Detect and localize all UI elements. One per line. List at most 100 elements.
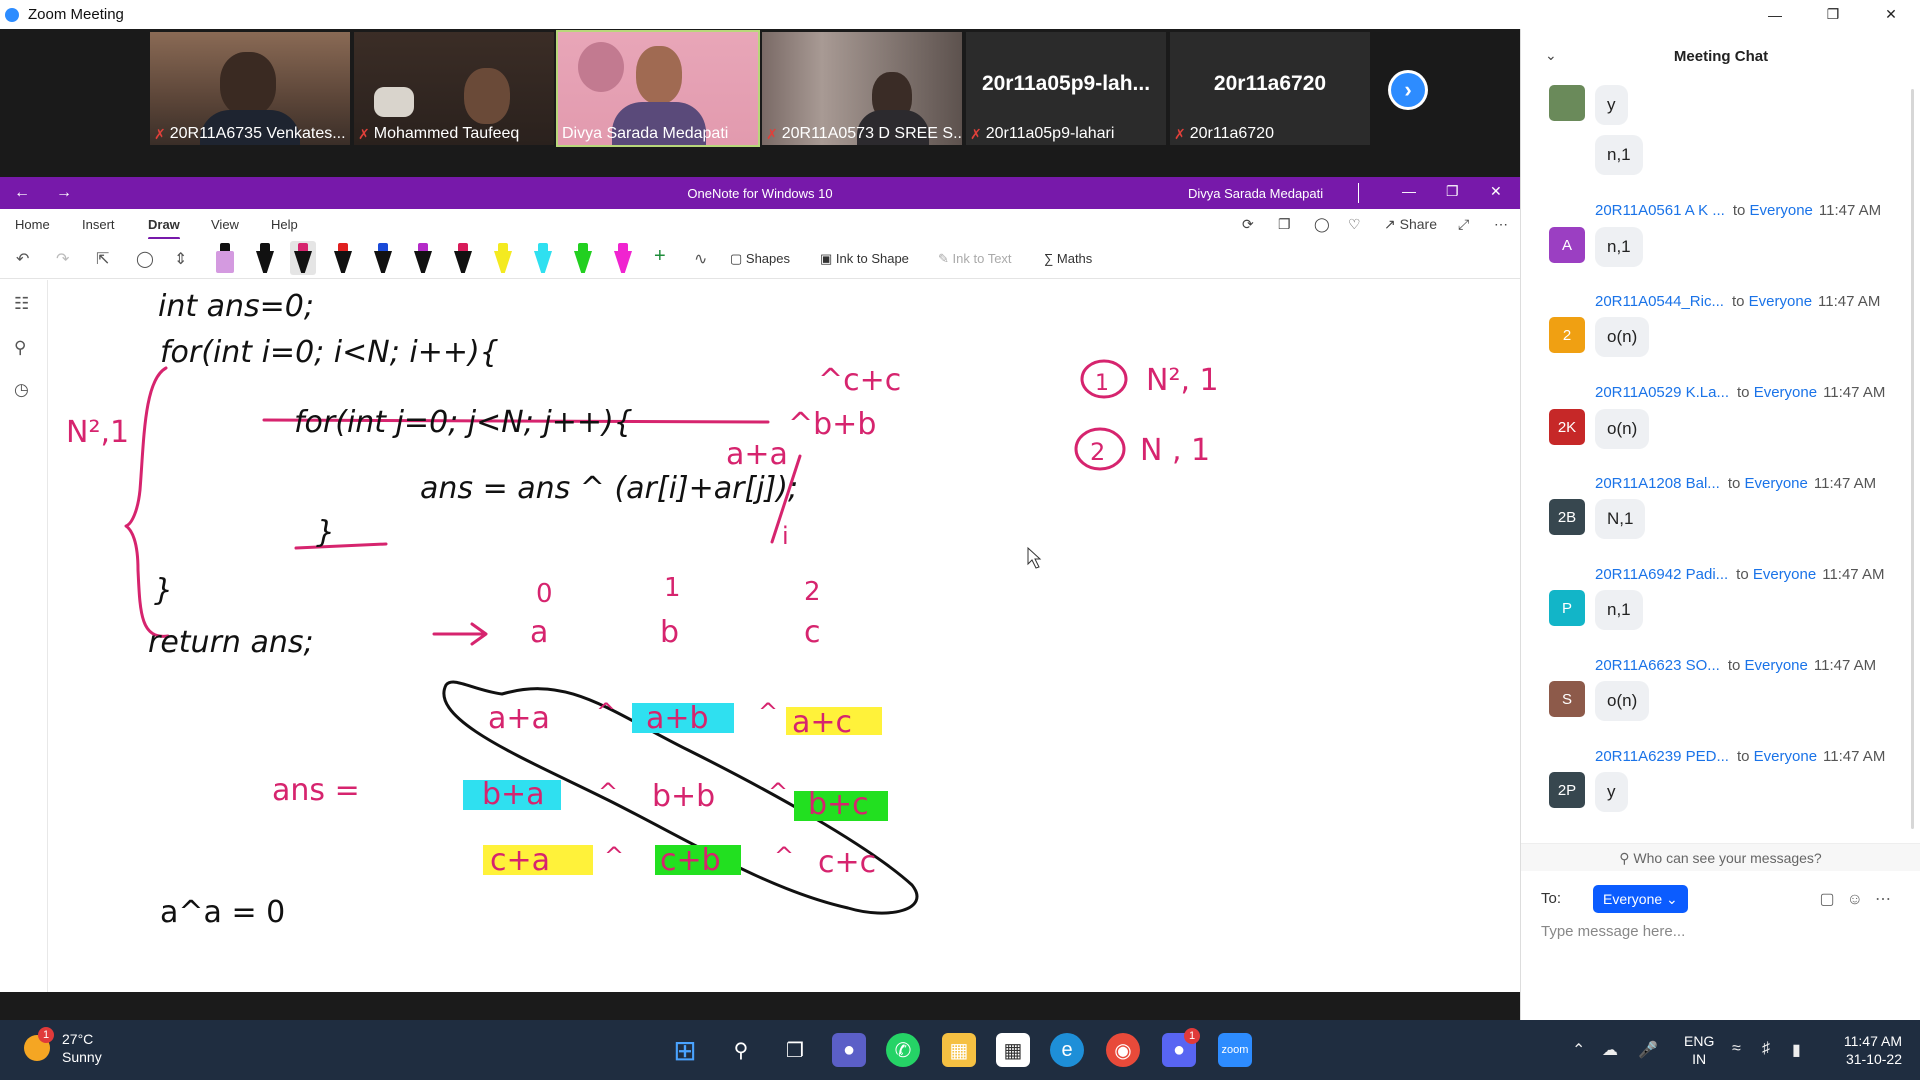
- pen-black[interactable]: [252, 241, 278, 275]
- recent-notes-icon[interactable]: ◷: [14, 380, 29, 400]
- pen-purple[interactable]: [410, 241, 436, 275]
- battery-icon[interactable]: ▮: [1792, 1040, 1801, 1060]
- onedrive-icon[interactable]: ☁: [1602, 1040, 1618, 1060]
- recipient-link[interactable]: Everyone: [1753, 566, 1816, 583]
- chat-scrollbar[interactable]: [1911, 89, 1914, 829]
- add-space-icon[interactable]: ⇕: [174, 249, 187, 269]
- emoji-icon[interactable]: ☺: [1847, 891, 1875, 908]
- chrome-icon[interactable]: ◉: [1106, 1033, 1140, 1067]
- sender-name[interactable]: 20R11A6623 SO...: [1595, 657, 1720, 674]
- shapes-button[interactable]: ▢ Shapes: [730, 251, 790, 267]
- whiteboard-canvas[interactable]: int ans=0; for(int i=0; i<N; i++){ for(i…: [48, 280, 1520, 992]
- participant-tile[interactable]: 20r11a05p9-lah... ✗ 20r11a05p9-lahari: [966, 32, 1166, 145]
- close-button[interactable]: ✕: [1862, 0, 1920, 29]
- chat-message-input[interactable]: Type message here...: [1541, 923, 1901, 940]
- share-button[interactable]: ↗ Share: [1384, 216, 1437, 233]
- highlighter-cyan[interactable]: [530, 241, 556, 275]
- recipient-link[interactable]: Everyone: [1750, 202, 1813, 219]
- participant-name: 20R11A0573 D SREE S...: [781, 125, 962, 142]
- whatsapp-icon[interactable]: ✆: [886, 1033, 920, 1067]
- start-icon[interactable]: ⊞: [668, 1033, 702, 1067]
- search-icon[interactable]: ⚲: [724, 1033, 758, 1067]
- eraser-tool[interactable]: [212, 241, 238, 275]
- ink-to-shape-label: Ink to Shape: [835, 251, 909, 266]
- sender-name[interactable]: 20R11A1208 Bal...: [1595, 475, 1720, 492]
- recipient-link[interactable]: Everyone: [1754, 748, 1817, 765]
- wifi-icon[interactable]: ≈: [1732, 1040, 1741, 1058]
- tab-help[interactable]: Help: [271, 217, 298, 232]
- bell-icon[interactable]: ♡: [1348, 216, 1361, 233]
- teams-chat-icon[interactable]: ●: [832, 1033, 866, 1067]
- expand-icon[interactable]: ⤢: [1458, 216, 1469, 233]
- microphone-icon[interactable]: 🎤: [1638, 1040, 1658, 1060]
- notebooks-icon[interactable]: ☷: [14, 294, 29, 314]
- who-can-see-link[interactable]: ⚲ Who can see your messages?: [1521, 843, 1920, 871]
- file-explorer-icon[interactable]: ▦: [942, 1033, 976, 1067]
- more-icon[interactable]: ⋯: [1875, 891, 1903, 908]
- matrix-xor: ^: [604, 842, 624, 870]
- code-line: for(int i=0; i<N; i++){: [160, 335, 499, 370]
- participant-tile[interactable]: ✗ 20R11A0573 D SREE S...: [762, 32, 962, 145]
- ink-to-shape-button[interactable]: ▣ Ink to Shape: [820, 251, 909, 267]
- sender-name[interactable]: 20R11A6942 Padi...: [1595, 566, 1728, 583]
- next-page-button[interactable]: ›: [1388, 70, 1428, 110]
- onenote-restore-button[interactable]: ❐: [1446, 183, 1459, 200]
- ink-to-text-button[interactable]: ✎ Ink to Text: [938, 251, 1012, 267]
- index-label: 1: [664, 573, 681, 603]
- sync-icon[interactable]: ⟳: [1242, 216, 1254, 233]
- notebook-icon[interactable]: ❐: [1278, 216, 1291, 233]
- tab-home[interactable]: Home: [15, 217, 50, 232]
- participant-tile[interactable]: ✗ Mohammed Taufeeq: [354, 32, 554, 145]
- sender-name[interactable]: 20R11A6239 PED...: [1595, 748, 1729, 765]
- highlighter-pink[interactable]: [610, 241, 636, 275]
- participant-tile[interactable]: 20r11a6720 ✗ 20r11a6720: [1170, 32, 1370, 145]
- edge-icon[interactable]: e: [1050, 1033, 1084, 1067]
- restore-button[interactable]: ❐: [1804, 0, 1862, 29]
- onenote-user[interactable]: Divya Sarada Medapati: [1188, 186, 1323, 201]
- recipient-dropdown[interactable]: Everyone ⌄: [1593, 885, 1688, 913]
- maths-button[interactable]: ∑ Maths: [1044, 251, 1092, 266]
- tab-insert[interactable]: Insert: [82, 217, 115, 232]
- video-gallery: ✗ 20R11A6735 Venkates... ✗ Mohammed Taufee…: [0, 29, 1520, 177]
- chevron-up-icon[interactable]: ⌃: [1572, 1040, 1585, 1060]
- participant-tile-active-speaker[interactable]: Divya Sarada Medapati: [556, 30, 760, 147]
- tab-draw[interactable]: Draw: [148, 217, 180, 240]
- add-pen-icon[interactable]: +: [654, 245, 666, 268]
- minimize-button[interactable]: —: [1746, 0, 1804, 29]
- undo-icon[interactable]: ↶: [16, 249, 29, 269]
- volume-icon[interactable]: ♯: [1762, 1040, 1770, 1058]
- pen-red[interactable]: [330, 241, 356, 275]
- language-indicator[interactable]: ENG IN: [1684, 1032, 1714, 1068]
- redo-icon[interactable]: ↷: [56, 249, 69, 269]
- highlighter-yellow[interactable]: [490, 241, 516, 275]
- participant-tile[interactable]: ✗ 20R11A6735 Venkates...: [150, 32, 350, 145]
- recipient-link[interactable]: Everyone: [1754, 384, 1817, 401]
- file-icon[interactable]: ▢: [1820, 891, 1847, 908]
- weather-widget[interactable]: 1 27°C Sunny: [24, 1027, 102, 1066]
- recipient-link[interactable]: Everyone: [1745, 657, 1808, 674]
- onenote-minimize-button[interactable]: —: [1402, 183, 1416, 199]
- type-select-icon[interactable]: ⇱: [96, 249, 109, 269]
- recipient-link[interactable]: Everyone: [1745, 475, 1808, 492]
- onenote-close-button[interactable]: ✕: [1490, 183, 1502, 200]
- sender-name[interactable]: 20R11A0561 A K ...: [1595, 202, 1725, 219]
- more-icon[interactable]: ⋯: [1494, 216, 1508, 233]
- recipient-link[interactable]: Everyone: [1749, 293, 1812, 310]
- system-clock[interactable]: 11:47 AM 31-10-22: [1836, 1032, 1902, 1068]
- tab-view[interactable]: View: [211, 217, 239, 232]
- pen-blue[interactable]: [370, 241, 396, 275]
- highlighter-green[interactable]: [570, 241, 596, 275]
- chat-message: y: [1595, 772, 1628, 812]
- lasso-icon[interactable]: ◯: [136, 249, 154, 269]
- lightbulb-icon[interactable]: ◯: [1314, 216, 1330, 233]
- matrix-cell: a+c: [792, 705, 852, 740]
- sender-name[interactable]: 20R11A0544_Ric...: [1595, 293, 1724, 310]
- search-icon[interactable]: ⚲: [14, 338, 26, 358]
- pen-crimson[interactable]: [450, 241, 476, 275]
- microsoft-store-icon[interactable]: ▦: [996, 1033, 1030, 1067]
- task-view-icon[interactable]: ❐: [778, 1033, 812, 1067]
- pen-magenta-selected[interactable]: [290, 241, 316, 275]
- sender-name[interactable]: 20R11A0529 K.La...: [1595, 384, 1729, 401]
- ruler-icon[interactable]: ∿: [694, 249, 707, 269]
- zoom-icon[interactable]: zoom: [1218, 1033, 1252, 1067]
